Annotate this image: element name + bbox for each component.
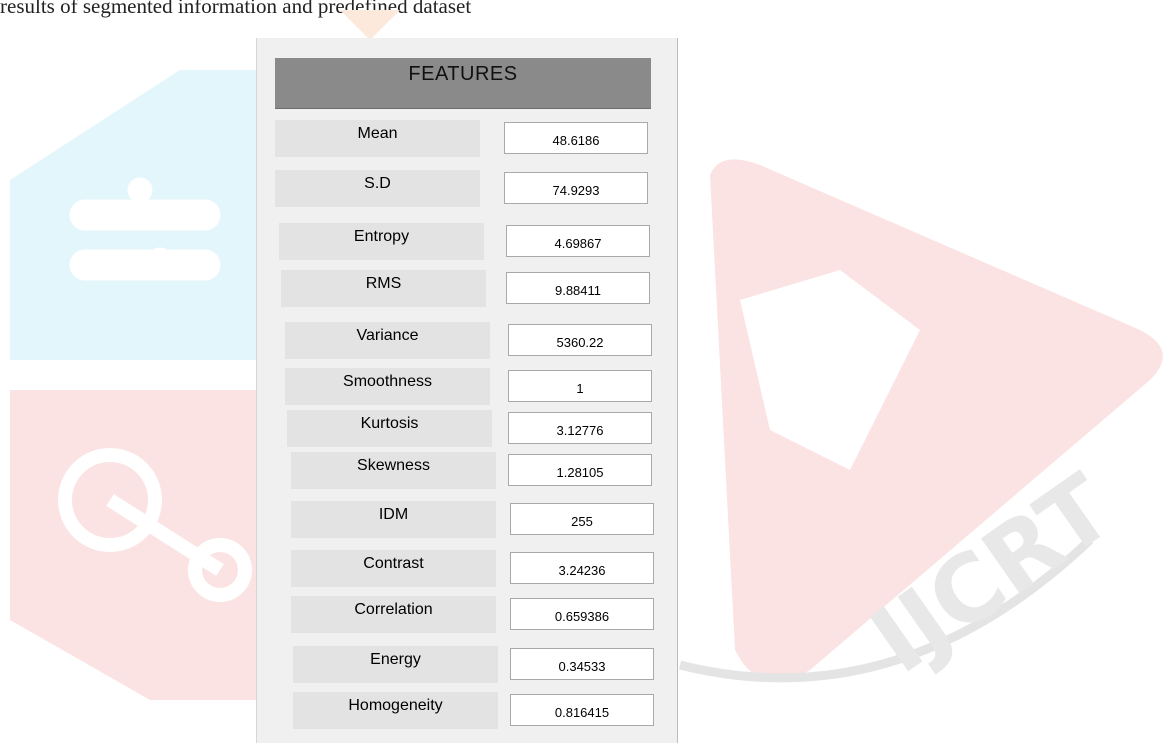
feature-label: Smoothness [285,368,490,405]
feature-label: IDM [291,501,496,538]
feature-value-field[interactable]: 0.816415 [510,694,654,726]
feature-label: Mean [275,120,480,157]
feature-label: Correlation [291,596,496,633]
caption-text: results of segmented information and pre… [0,0,472,18]
feature-label: Entropy [279,223,484,260]
feature-value-field[interactable]: 9.88411 [506,272,650,304]
feature-label: S.D [275,170,480,207]
feature-value-field[interactable]: 74.9293 [504,172,648,204]
book-icon [740,270,920,470]
watermark-text: IJCRT [853,454,1132,694]
feature-value-field[interactable]: 3.24236 [510,552,654,584]
feature-value-field[interactable]: 0.34533 [510,648,654,680]
features-panel: FEATURES Mean 48.6186 S.D 74.9293 Entrop… [256,38,678,743]
features-header: FEATURES [275,58,651,109]
feature-value-field[interactable]: 1 [508,370,652,402]
feature-value-field[interactable]: 255 [510,503,654,535]
feature-value-field[interactable]: 4.69867 [506,225,650,257]
feature-value-field[interactable]: 5360.22 [508,324,652,356]
gear-icon [58,448,252,602]
circuit-icon [69,177,221,281]
feature-label: Energy [293,646,498,683]
feature-label: Homogeneity [293,692,498,729]
watermark-triangle [710,159,1163,682]
feature-label: Kurtosis [287,410,492,447]
feature-value-field[interactable]: 1.28105 [508,454,652,486]
feature-value-field[interactable]: 3.12776 [508,412,652,444]
feature-label: Skewness [291,452,496,489]
feature-label: Variance [285,322,490,359]
features-title: FEATURES [408,63,518,85]
feature-label: Contrast [291,550,496,587]
feature-label: RMS [281,270,486,307]
feature-value-field[interactable]: 0.659386 [510,598,654,630]
watermark-swoosh [678,536,1094,683]
feature-value-field[interactable]: 48.6186 [504,122,648,154]
